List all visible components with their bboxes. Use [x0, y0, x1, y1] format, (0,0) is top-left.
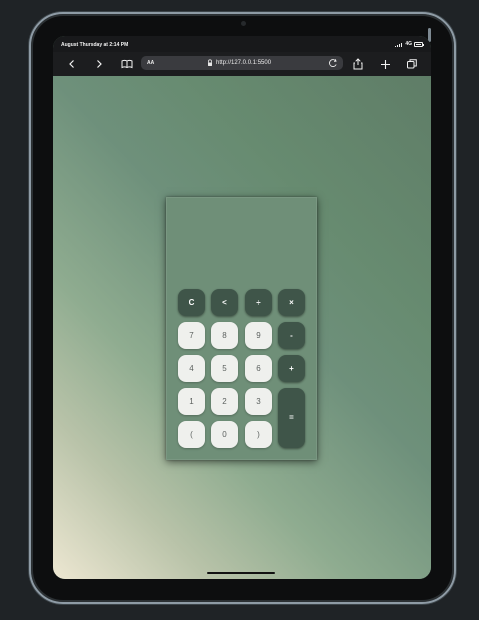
calculator-panel: C < ÷ × 7 8 9 - 4 5 6 + 1 2 3 = ( 0 ) — [166, 197, 317, 460]
plus-icon[interactable] — [377, 56, 393, 72]
right-paren-button[interactable]: ) — [245, 421, 272, 448]
status-bar: August Thursday at 2:14 PM 4G — [53, 36, 431, 52]
digit-3-button[interactable]: 3 — [245, 388, 272, 415]
digit-9-button[interactable]: 9 — [245, 322, 272, 349]
browser-toolbar: AA http://127.0.0.1:5500 — [53, 52, 431, 76]
digit-7-button[interactable]: 7 — [178, 322, 205, 349]
status-indicators: 4G — [395, 41, 424, 47]
lock-icon — [208, 59, 212, 66]
reader-mode-label[interactable]: AA — [147, 60, 154, 66]
battery-icon — [414, 41, 424, 47]
digit-8-button[interactable]: 8 — [211, 322, 238, 349]
multiply-button[interactable]: × — [278, 289, 305, 316]
front-camera — [241, 21, 246, 26]
network-label: 4G — [405, 41, 412, 47]
home-indicator[interactable] — [207, 572, 275, 574]
backspace-button[interactable]: < — [211, 289, 238, 316]
signal-bars-icon — [395, 42, 403, 47]
reload-icon[interactable] — [328, 58, 338, 68]
left-paren-button[interactable]: ( — [178, 421, 205, 448]
tabs-icon[interactable] — [404, 56, 420, 72]
divide-button[interactable]: ÷ — [245, 289, 272, 316]
status-time: August Thursday at 2:14 PM — [61, 42, 129, 48]
url-text[interactable]: http://127.0.0.1:5500 — [216, 60, 271, 66]
reader-icon[interactable] — [119, 56, 135, 72]
digit-4-button[interactable]: 4 — [178, 355, 205, 382]
forward-icon[interactable] — [91, 56, 107, 72]
digit-2-button[interactable]: 2 — [211, 388, 238, 415]
web-page: C < ÷ × 7 8 9 - 4 5 6 + 1 2 3 = ( 0 ) — [53, 76, 431, 579]
digit-0-button[interactable]: 0 — [211, 421, 238, 448]
share-icon[interactable] — [350, 56, 366, 72]
plus-button[interactable]: + — [278, 355, 305, 382]
digit-1-button[interactable]: 1 — [178, 388, 205, 415]
clear-button[interactable]: C — [178, 289, 205, 316]
address-bar[interactable]: AA http://127.0.0.1:5500 — [141, 56, 343, 70]
device-screen: August Thursday at 2:14 PM 4G AA http://… — [53, 36, 431, 579]
back-icon[interactable] — [64, 56, 80, 72]
digit-5-button[interactable]: 5 — [211, 355, 238, 382]
digit-6-button[interactable]: 6 — [245, 355, 272, 382]
equals-button[interactable]: = — [278, 388, 305, 448]
calculator-display — [176, 206, 309, 278]
minus-button[interactable]: - — [278, 322, 305, 349]
